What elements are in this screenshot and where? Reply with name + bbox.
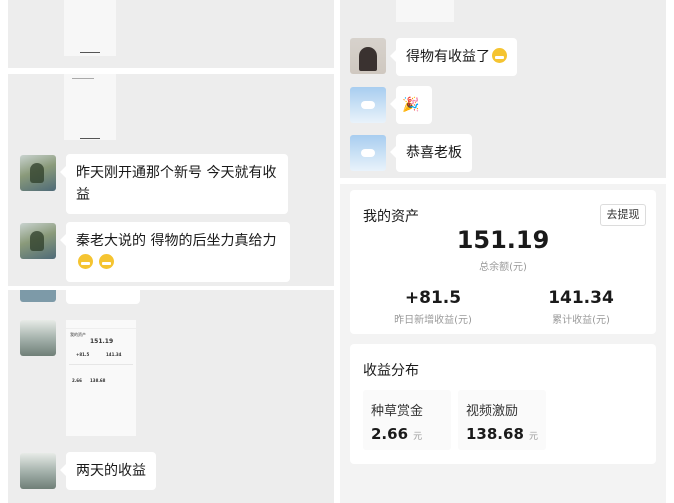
- yesterday-income-label: 昨日新增收益(元): [394, 315, 472, 326]
- chat-bubble: 恭喜老板: [390, 134, 472, 172]
- image-message-screenshot[interactable]: 我的资产 151.19 +81.5 141.34 2.66 138.68: [66, 320, 136, 436]
- distribution-item-amount: 138.68: [466, 425, 524, 443]
- mini-amount: 151.19: [90, 338, 114, 345]
- chat-bubble: 昨天刚开通那个新号 今天就有收益: [60, 154, 288, 214]
- distribution-item-label: 种草赏金: [371, 404, 424, 419]
- income-distribution-card: 收益分布 种草赏金 2.66 元 视频激励 138.68 元: [350, 344, 656, 464]
- distribution-item-unit: 元: [528, 432, 538, 442]
- image-caption-line: [80, 138, 100, 139]
- message-text: 恭喜老板: [406, 145, 462, 161]
- image-message[interactable]: [64, 74, 116, 140]
- mini-title: 我的资产: [70, 332, 86, 337]
- distribution-item-seeding[interactable]: 种草赏金 2.66 元: [363, 390, 451, 450]
- chat-bubble: 🎉: [390, 86, 432, 124]
- avatar[interactable]: [20, 453, 56, 489]
- distribution-item-value: 2.66 元: [371, 424, 422, 443]
- total-income-label: 累计收益(元): [552, 315, 610, 326]
- grin-emoji-icon: [78, 254, 93, 269]
- assets-panel: 我的资产 去提现 151.19 总余额(元) +81.5 昨日新增收益(元) 1…: [340, 184, 666, 503]
- my-assets-card: 我的资产 去提现 151.19 总余额(元) +81.5 昨日新增收益(元) 1…: [350, 190, 656, 334]
- distribution-item-value: 138.68 元: [466, 424, 538, 443]
- cropped-bubble: [66, 290, 140, 304]
- distribution-item-unit: 元: [413, 432, 423, 442]
- cropped-image: [396, 0, 454, 22]
- grin-emoji-icon: [99, 254, 115, 269]
- withdraw-button[interactable]: 去提现: [600, 204, 646, 226]
- message-text: 昨天刚开通那个新号 今天就有收益: [76, 165, 277, 203]
- mini-status-bar: [66, 320, 136, 329]
- yesterday-income-value: +81.5: [404, 288, 462, 308]
- distribution-title: 收益分布: [363, 363, 419, 379]
- distribution-item-label: 视频激励: [466, 404, 519, 419]
- chat-bubble: 两天的收益: [60, 452, 156, 490]
- image-caption-line: [72, 78, 94, 79]
- total-balance-caption: 总余额(元): [479, 262, 527, 273]
- distribution-item-amount: 2.66: [371, 425, 409, 443]
- avatar[interactable]: [20, 155, 56, 191]
- chat-bubble: 秦老大说的 得物的后坐力真给力: [60, 222, 290, 282]
- left-chat-panel-top: [8, 0, 334, 68]
- avatar[interactable]: [350, 87, 386, 123]
- chat-bubble: 得物有收益了: [390, 38, 517, 76]
- left-chat-panel-bottom: 我的资产 151.19 +81.5 141.34 2.66 138.68 两天的…: [8, 290, 334, 503]
- total-balance: 151.19: [456, 226, 550, 254]
- party-popper-icon: 🎉: [402, 97, 420, 113]
- mini-left-value: +81.5: [76, 352, 90, 357]
- cropped-avatar: [20, 290, 56, 302]
- avatar[interactable]: [20, 223, 56, 259]
- assets-title: 我的资产: [363, 209, 419, 225]
- image-caption-line: [80, 52, 100, 53]
- total-income-value: 141.34: [548, 288, 614, 308]
- message-text: 两天的收益: [76, 463, 146, 479]
- avatar[interactable]: [20, 320, 56, 356]
- distribution-item-video[interactable]: 视频激励 138.68 元: [458, 390, 546, 450]
- image-message[interactable]: [64, 0, 116, 56]
- right-chat-panel: 得物有收益了 🎉 恭喜老板: [340, 0, 666, 178]
- avatar[interactable]: [350, 135, 386, 171]
- avatar[interactable]: [350, 38, 386, 74]
- mini-divider: [69, 364, 133, 365]
- mini-right-value: 141.34: [106, 352, 122, 357]
- mini-sub-right: 138.68: [90, 378, 106, 383]
- mini-sub-left: 2.66: [72, 378, 82, 383]
- message-text: 秦老大说的 得物的后坐力真给力: [76, 233, 277, 249]
- message-text: 得物有收益了: [406, 49, 490, 65]
- laugh-emoji-icon: [492, 48, 507, 63]
- emoji-row: [76, 252, 280, 274]
- left-chat-panel-middle: 昨天刚开通那个新号 今天就有收益 秦老大说的 得物的后坐力真给力: [8, 74, 334, 286]
